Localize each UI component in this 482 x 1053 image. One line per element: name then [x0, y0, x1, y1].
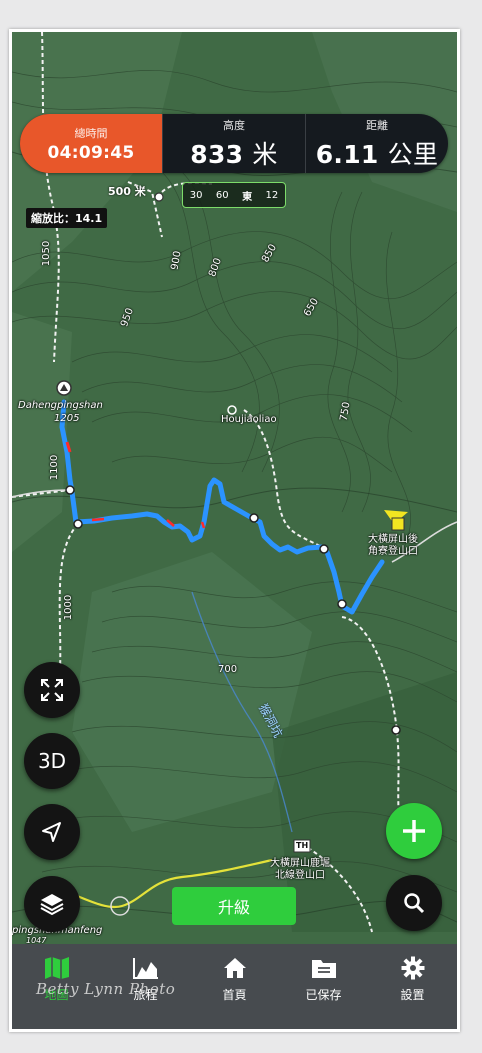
app-screen: 1050 950 900 850 800 750 700 650 1100 10… [12, 32, 457, 1029]
layers-icon [40, 894, 64, 916]
tab-home[interactable]: 首頁 [190, 944, 279, 1029]
compass-tick: 12 [265, 189, 279, 201]
altitude-label: 高度 [223, 118, 245, 132]
compass-east: 東 [242, 191, 253, 203]
gear-icon [401, 956, 424, 980]
tab-home-label: 首頁 [222, 988, 247, 1002]
altitude-stat: 高度 833 米 [162, 114, 305, 173]
tab-settings-label: 設置 [400, 988, 425, 1002]
total-time-stat: 總時間 04:09:45 [20, 114, 162, 173]
add-button[interactable] [386, 803, 442, 859]
contour-label: 1050 [41, 240, 53, 267]
photo-watermark: Betty Lynn Photo [36, 980, 176, 998]
navigation-arrow-icon [42, 822, 61, 842]
search-button[interactable] [386, 875, 442, 931]
trailhead-label-1: 大橫屏山後 角寮登山口 [368, 534, 418, 557]
compass-tick: 60 [215, 189, 229, 201]
fullscreen-button[interactable] [24, 662, 80, 718]
compass-strip[interactable]: 30 60 東 12 [182, 182, 286, 208]
scale-bar-label: 500 米 [108, 185, 146, 198]
peak-marker[interactable] [56, 380, 72, 396]
trailhead-label-2: 大橫屏山鹿堀 北線登山口 [270, 858, 330, 881]
distance-stat: 距離 6.11 公里 [305, 114, 448, 173]
distance-value: 6.11 [315, 139, 379, 169]
folder-icon [311, 960, 336, 978]
tab-saved[interactable]: 已保存 [279, 944, 368, 1029]
locate-button[interactable] [24, 804, 80, 860]
stats-bar: 總時間 04:09:45 高度 833 米 距離 6.11 公里 [20, 114, 448, 173]
total-time-value: 04:09:45 [47, 142, 135, 163]
peak-name: Dahengpingshan [18, 400, 103, 411]
3d-button[interactable]: 3D [24, 733, 80, 789]
contour-label: 700 [218, 664, 238, 675]
th-badge: TH [296, 841, 309, 850]
place-label: Houjiaoliao [221, 414, 277, 425]
search-icon [404, 893, 425, 914]
total-time-label: 總時間 [74, 126, 108, 140]
plus-icon [403, 820, 425, 842]
home-icon [223, 958, 246, 978]
map-icon [44, 957, 69, 979]
compass-tick: 30 [189, 189, 203, 201]
layers-button[interactable] [24, 876, 80, 932]
altitude-unit: 米 [252, 139, 278, 169]
upgrade-button[interactable]: 升級 [172, 887, 296, 925]
expand-icon [41, 679, 63, 701]
zoom-badge: 縮放比：14.1 [26, 208, 108, 228]
distance-unit: 公里 [387, 139, 439, 169]
contour-label: 1000 [63, 594, 75, 621]
peak-elevation: 1205 [54, 413, 80, 424]
tab-saved-label: 已保存 [305, 988, 342, 1002]
altitude-value: 833 [190, 139, 244, 169]
distance-label: 距離 [366, 118, 388, 132]
chart-icon [132, 958, 158, 979]
tab-settings[interactable]: 設置 [368, 944, 457, 1029]
contour-label: 1100 [49, 454, 61, 481]
